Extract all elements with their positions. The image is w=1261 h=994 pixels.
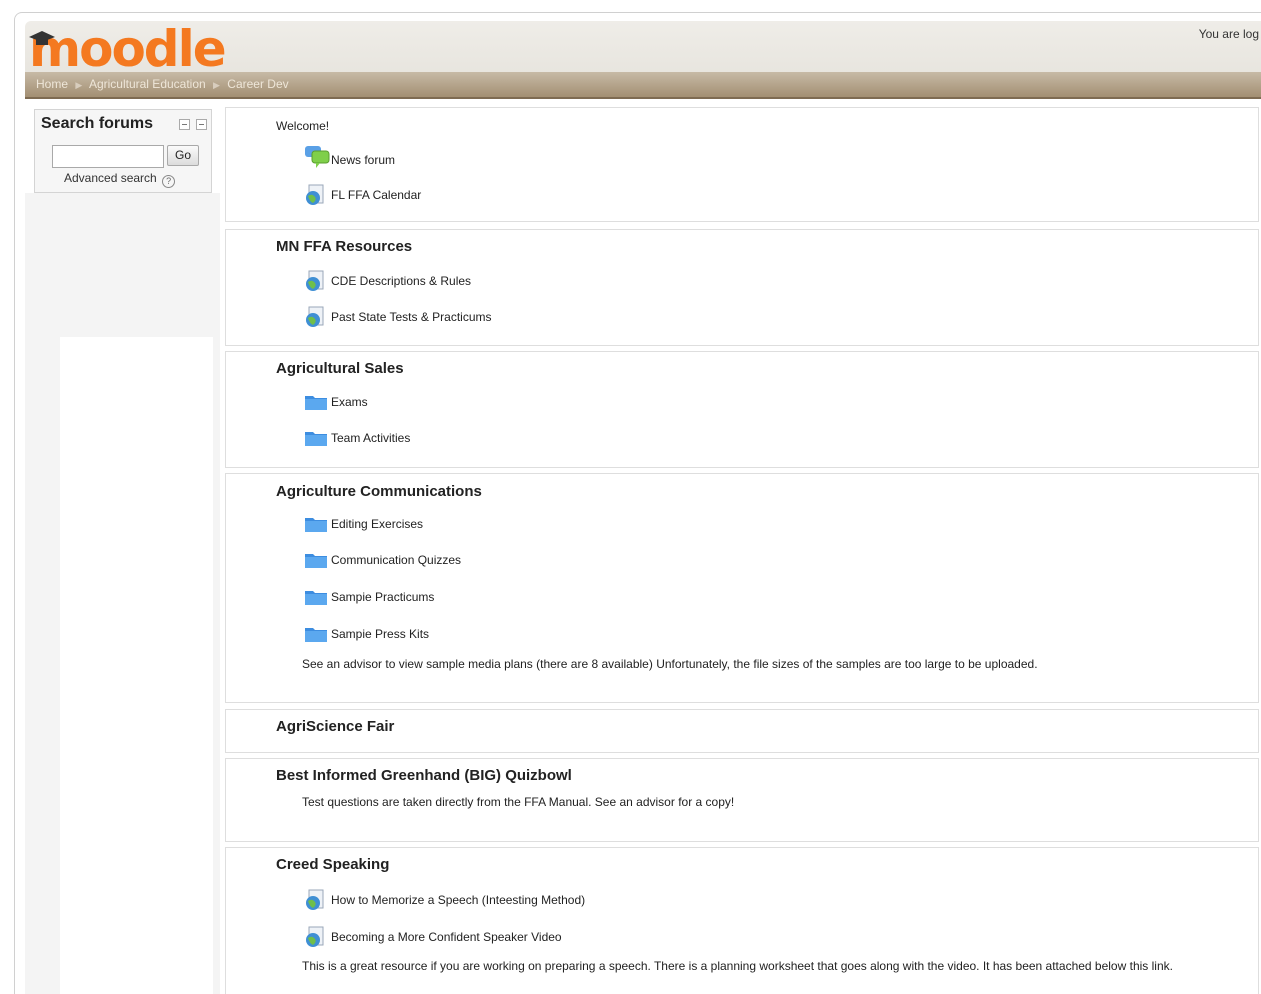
section-title: Best Informed Greenhand (BIG) Quizbowl xyxy=(276,767,572,784)
breadcrumb-current-course: Career Dev xyxy=(227,77,289,91)
activity-label: Becoming a More Confident Speaker Video xyxy=(331,930,562,944)
section-title: MN FFA Resources xyxy=(276,238,413,255)
section-title: Agricultural Sales xyxy=(276,360,404,377)
go-button[interactable]: Go xyxy=(167,145,199,166)
activity-label: News forum xyxy=(331,153,396,167)
logo-text: moodle xyxy=(29,20,227,78)
activity-label: FL FFA Calendar xyxy=(331,188,422,202)
activity-label: Past State Tests & Practicums xyxy=(331,310,492,324)
navbar: Home ▶ Agricultural Education ▶ Career D… xyxy=(25,72,1261,99)
folder-icon xyxy=(305,591,327,605)
advanced-search-link[interactable]: Advanced search ? xyxy=(64,171,176,188)
folder-icon xyxy=(305,432,327,446)
activity-label: Sampie Press Kits xyxy=(331,627,430,641)
activity-label: Editing Exercises xyxy=(331,517,424,531)
dock-block-icon[interactable] xyxy=(196,119,207,130)
globe-resource-icon xyxy=(306,270,324,291)
globe-resource-icon xyxy=(306,306,324,327)
folder-icon xyxy=(305,518,327,532)
section-title: Creed Speaking xyxy=(276,856,390,873)
collapse-block-icon[interactable] xyxy=(179,119,190,130)
section-summary: Test questions are taken directly from t… xyxy=(302,795,735,809)
search-forums-input[interactable] xyxy=(52,145,164,168)
folder-icon xyxy=(305,628,327,642)
moodle-logo[interactable]: moodle xyxy=(29,20,227,78)
activity-label: Sampie Practicums xyxy=(331,590,435,604)
activity-label: Communication Quizzes xyxy=(331,553,462,567)
folder-icon xyxy=(305,396,327,410)
breadcrumb: Home ▶ Agricultural Education ▶ Career D… xyxy=(36,77,289,91)
section-title: Agriculture Communications xyxy=(276,483,482,500)
section-summary: This is a great resource if you are work… xyxy=(302,959,1173,973)
breadcrumb-course-category[interactable]: Agricultural Education xyxy=(89,77,206,91)
left-column-empty-area xyxy=(60,337,213,994)
folder-icon xyxy=(305,554,327,568)
section-title: Welcome! xyxy=(276,119,330,133)
login-info[interactable]: You are log xyxy=(1199,27,1259,41)
activity-label: How to Memorize a Speech (Inteesting Met… xyxy=(331,893,586,907)
section-agricultural-sales: Agricultural Sales Exams Team Activities xyxy=(225,351,1259,468)
graduation-cap-icon xyxy=(29,31,55,45)
globe-resource-icon xyxy=(306,889,324,910)
section-creed-speaking: Creed Speaking How to Memorize a Speech … xyxy=(225,847,1259,994)
section-mn-ffa-resources: MN FFA Resources CDE Descriptions & Rule… xyxy=(225,229,1259,346)
search-forums-block: Search forums Go Advanced search ? xyxy=(34,109,212,193)
activity-label: Team Activities xyxy=(331,431,411,445)
section-agriculture-communications: Agriculture Communications Editing Exerc… xyxy=(225,473,1259,703)
activity-label: CDE Descriptions & Rules xyxy=(331,274,472,288)
section-big-quizbowl: Best Informed Greenhand (BIG) Quizbowl T… xyxy=(225,758,1259,842)
help-icon[interactable]: ? xyxy=(162,175,176,188)
globe-resource-icon xyxy=(306,184,324,205)
breadcrumb-separator-icon: ▶ xyxy=(213,80,220,90)
advanced-search-label: Advanced search xyxy=(64,171,157,185)
activity-label: Exams xyxy=(331,395,368,409)
block-title: Search forums xyxy=(41,115,154,132)
section-summary: See an advisor to view sample media plan… xyxy=(302,657,1038,671)
globe-resource-icon xyxy=(306,926,324,947)
forum-icon xyxy=(305,146,330,168)
breadcrumb-separator-icon: ▶ xyxy=(75,80,83,90)
section-title: AgriScience Fair xyxy=(276,718,395,735)
section-welcome: Welcome! News forum FL FFA Calendar xyxy=(225,107,1259,222)
section-agriscience-fair: AgriScience Fair xyxy=(225,709,1259,753)
breadcrumb-home[interactable]: Home xyxy=(36,77,68,91)
